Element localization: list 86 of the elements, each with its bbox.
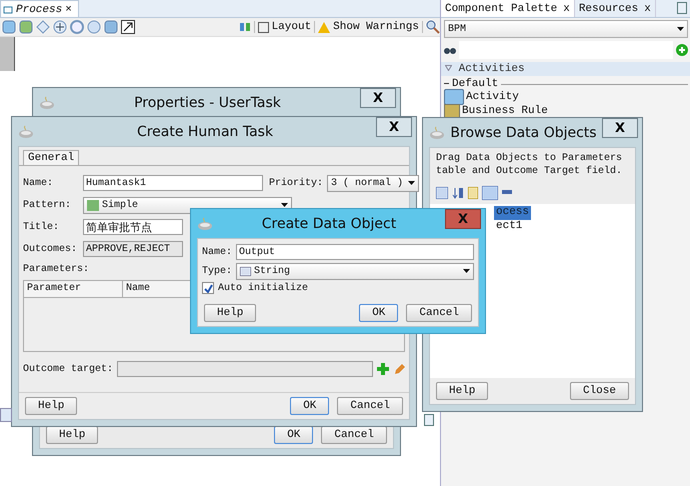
column-header[interactable]: Name	[123, 281, 179, 297]
collapse-arrow-icon[interactable]	[445, 65, 452, 71]
layout-icon	[258, 22, 269, 32]
field-label: Parameters:	[23, 264, 90, 274]
panel-tab[interactable]: Component Palette x	[441, 0, 575, 17]
dialog-button[interactable]: Help	[46, 426, 98, 444]
folder-icon[interactable]	[482, 186, 498, 200]
column-header[interactable]: Parameter	[24, 281, 123, 297]
dialog-title: Browse Data Objects	[449, 124, 598, 140]
dialog-button[interactable]: Cancel	[321, 426, 387, 444]
checkbox-label[interactable]: Auto initialize	[218, 282, 308, 294]
search-icon[interactable]	[426, 20, 440, 34]
arrow-icon[interactable]	[121, 20, 135, 34]
tab-close-button[interactable]: x	[563, 2, 570, 14]
panel-tab[interactable]: Resources x	[574, 0, 656, 17]
x-button[interactable]: X	[376, 117, 412, 137]
general-tab[interactable]: General	[23, 150, 80, 165]
palette-item[interactable]: Business Rule	[441, 104, 551, 118]
coffee-cup-icon	[39, 96, 55, 110]
dialog-button[interactable]: Help	[204, 304, 256, 322]
dialog-title: Create Data Object	[260, 216, 398, 232]
coffee-cup-icon	[429, 126, 445, 140]
user-icon[interactable]	[19, 20, 33, 34]
tree-item[interactable]: ocess	[494, 206, 532, 220]
group-label: Default	[452, 78, 498, 90]
tab-close-button[interactable]: ×	[65, 4, 72, 16]
text-type-icon	[240, 266, 252, 276]
dialog-button[interactable]: OK	[274, 426, 314, 444]
show-warnings-button[interactable]: Show Warnings	[318, 21, 419, 33]
warning-icon	[318, 22, 330, 32]
type-dropdown[interactable]: String	[236, 262, 474, 280]
field-label: Type:	[202, 266, 232, 276]
minimize-icon[interactable]	[677, 2, 687, 14]
hint-text: Drag Data Objects to Parameters table and Outcome Target field.	[435, 152, 624, 179]
dialog-button[interactable]: Cancel	[406, 304, 472, 322]
dropdown-arrow-icon[interactable]	[281, 203, 288, 207]
coffee-cup-icon	[18, 124, 34, 138]
dialog-button[interactable]: OK	[359, 304, 398, 322]
x-button[interactable]: X	[360, 88, 396, 108]
user-icon	[87, 200, 99, 210]
minus-icon[interactable]	[502, 190, 512, 196]
checkbox[interactable]	[202, 282, 214, 294]
dropdown-arrow-icon[interactable]	[463, 269, 470, 273]
plus-icon[interactable]	[377, 363, 389, 375]
field-label: Outcomes:	[23, 244, 78, 254]
palette-item[interactable]: Activity	[441, 90, 522, 104]
square-icon[interactable]	[2, 20, 16, 34]
field-label: Name:	[23, 178, 54, 188]
category-dropdown[interactable]: BPM	[444, 20, 688, 38]
dropdown-arrow-icon[interactable]	[408, 181, 416, 185]
field-label: Priority:	[269, 178, 324, 188]
dialog-button[interactable]: Cancel	[337, 397, 403, 415]
field-label: Name:	[202, 246, 232, 258]
process-icon	[3, 4, 13, 14]
dialog-button[interactable]: Help	[436, 382, 488, 400]
x-button[interactable]: X	[602, 118, 638, 138]
pencil-icon[interactable]	[393, 363, 405, 375]
side-strip	[0, 37, 15, 71]
layout-button[interactable]: Layout	[258, 21, 312, 33]
dialog-title: Create Human Task	[136, 124, 274, 140]
add-icon[interactable]	[676, 44, 688, 56]
binoculars-icon	[444, 45, 456, 55]
field-label: Title:	[23, 222, 60, 232]
priority-dropdown[interactable]: 3 ( normal )	[327, 174, 420, 192]
section-header[interactable]: Activities	[441, 62, 690, 76]
coffee-cup-icon	[197, 216, 213, 230]
x-button[interactable]: X	[445, 209, 481, 229]
plus-circle-icon[interactable]	[53, 20, 67, 34]
name-field[interactable]: Output	[236, 244, 474, 260]
dropdown-arrow-icon[interactable]	[677, 27, 684, 31]
dialog-title: Properties - UserTask	[133, 94, 282, 110]
collapse-dash-icon[interactable]	[444, 83, 449, 85]
dialog-button[interactable]: Close	[570, 382, 629, 400]
minimize-icon[interactable]	[424, 414, 434, 426]
title-field[interactable]: 简单审批节点	[83, 219, 183, 235]
tree-item[interactable]: ect1	[494, 220, 524, 234]
tab-close-button[interactable]: x	[644, 2, 651, 14]
editor-tab[interactable]: Process	[16, 4, 62, 16]
dialog-button[interactable]: Help	[25, 397, 78, 415]
circle-icon[interactable]	[87, 20, 101, 34]
outcome-target-field[interactable]	[117, 361, 374, 377]
dialog-button[interactable]: OK	[290, 397, 330, 415]
field-label: Outcome target:	[23, 364, 114, 374]
outcomes-field[interactable]: APPROVE,REJECT	[83, 241, 183, 257]
name-field[interactable]: Humantask1	[83, 175, 263, 191]
field-label: Pattern:	[23, 200, 72, 210]
